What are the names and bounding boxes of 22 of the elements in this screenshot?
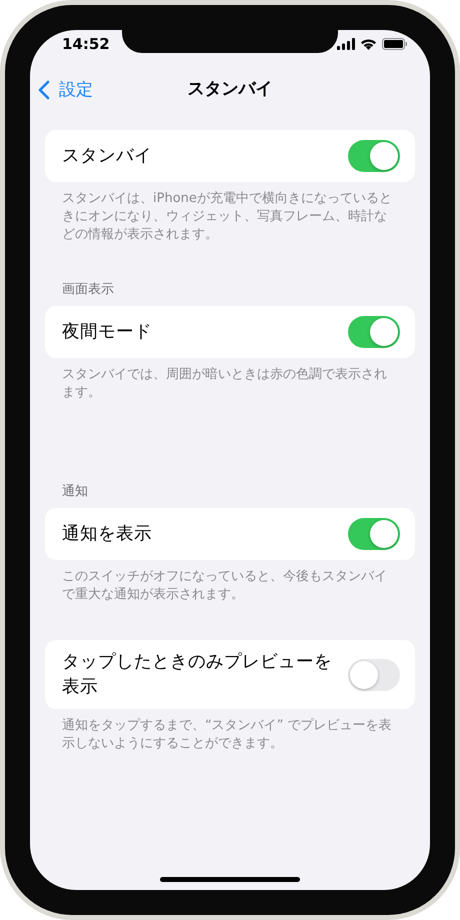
back-label[interactable]: 設定 bbox=[59, 78, 93, 101]
section-header: 画面表示 bbox=[61, 281, 115, 299]
toggle-switch[interactable] bbox=[348, 658, 400, 690]
back-chevron-icon bbox=[38, 80, 50, 100]
toggle-switch[interactable] bbox=[348, 518, 400, 550]
setting-label: タップしたときのみプレビューを表示 bbox=[62, 651, 332, 698]
section-footer: スタンバイは、iPhoneが充電中で横向きになっているときにオンになり、ウィジェット、写真フレーム、時計などの情報が表示されます。 bbox=[45, 182, 415, 244]
page-title: スタンバイ bbox=[188, 78, 272, 100]
setting-label: スタンバイ bbox=[62, 144, 152, 168]
status-time: 14:52 bbox=[62, 35, 110, 53]
section-header: 通知 bbox=[61, 483, 89, 501]
back-button[interactable]: 設定 bbox=[38, 78, 93, 101]
section-footer: 通知をタップするまで、“スタンバイ” でプレビューを表示しないようにすることができます。 bbox=[45, 709, 415, 753]
battery-icon bbox=[382, 38, 408, 50]
wifi-icon bbox=[360, 38, 377, 50]
setting-label: 夜間モード bbox=[62, 320, 152, 344]
section-footer: このスイッチがオフになっていると、今後もスタンバイで重大な通知が表示されます。 bbox=[45, 560, 415, 604]
toggle-switch[interactable] bbox=[348, 316, 400, 348]
signal-icon bbox=[337, 38, 355, 50]
setting-label: 通知を表示 bbox=[62, 522, 152, 546]
section-footer: スタンバイでは、周囲が暗いときは赤の色調で表示されます。 bbox=[45, 358, 415, 402]
toggle-switch[interactable] bbox=[348, 140, 400, 172]
